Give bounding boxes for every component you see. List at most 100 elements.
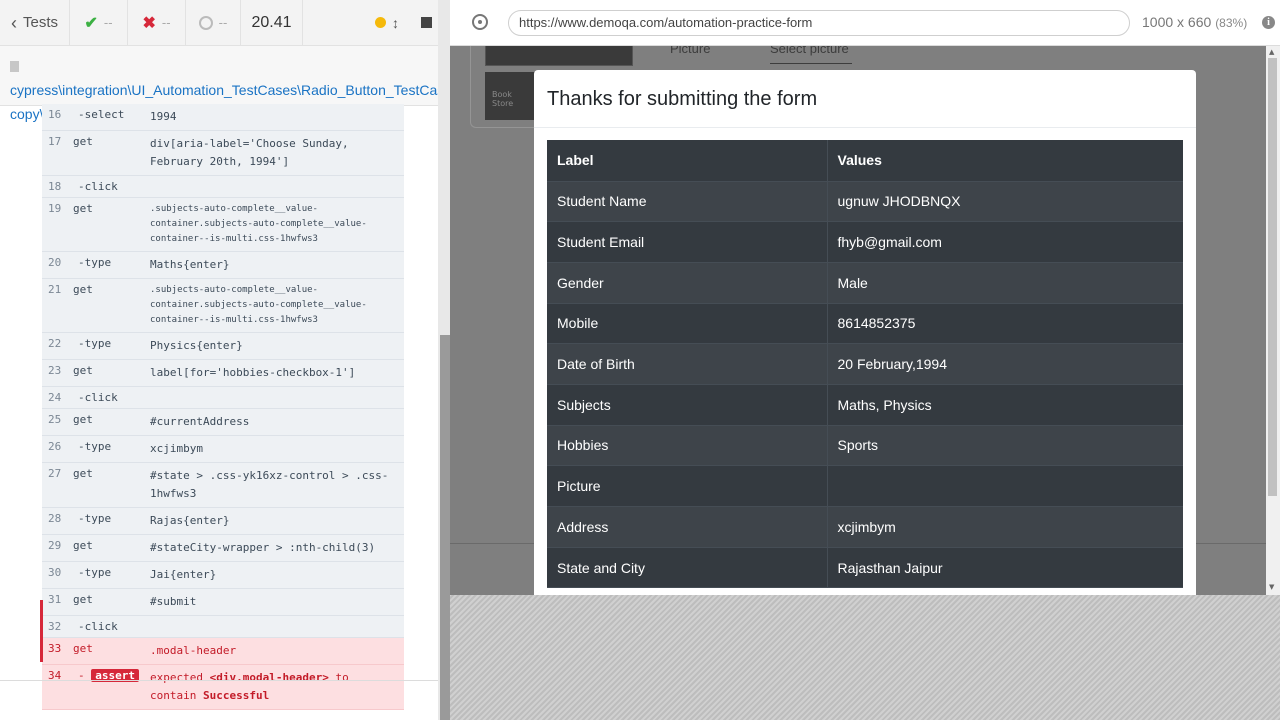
run-duration: 20.41 [241,0,303,46]
url-field[interactable]: https://www.demoqa.com/automation-practi… [508,10,1130,36]
viewport-dimensions: 1000 x 660 [1142,14,1212,30]
command-message: 1994 [150,110,177,123]
values-column-header: Values [827,140,1183,182]
command-row[interactable]: 31 get #submit [42,589,404,616]
table-row: Picture [547,465,1183,507]
failed-count-value: -- [161,15,171,30]
background-picture-label: Picture [670,46,711,56]
command-row[interactable]: 23 get label[for='hobbies-checkbox-1'] [42,360,404,387]
command-row[interactable]: 27 get #state > .css-yk16xz-control > .css… [42,463,404,508]
command-number: 31 [48,593,62,606]
background-select-picture-label: Select picture [770,46,849,56]
command-row[interactable]: 30 -type Jai{enter} [42,562,404,589]
submission-results-table: Label Values Student Name ugnuw JHODBNQX S… [547,140,1183,589]
submission-modal: Thanks for submitting the form Label Val… [534,70,1196,595]
reporter-controls: ↕ [303,0,439,46]
command-number: 28 [48,512,62,525]
info-icon[interactable]: i [1262,16,1275,29]
app-scrollbar-thumb[interactable] [1268,58,1277,496]
command-message: label[for='hobbies-checkbox-1'] [150,366,356,379]
cross-icon: ✖ [142,14,156,32]
command-row[interactable]: 26 -type xcjimbym [42,436,404,463]
command-name: -type [78,337,112,350]
command-name: -type [78,512,112,525]
command-name: get [73,135,93,148]
command-row[interactable]: 25 get #currentAddress [42,409,404,436]
row-value: 8614852375 [827,303,1183,345]
command-row[interactable]: 32 -click [42,616,404,638]
command-row[interactable]: 24 -click [42,387,404,409]
command-row[interactable]: 21 get .subjects-auto-complete__value-cont… [42,279,404,333]
command-name: -click [78,180,118,193]
background-select-underline [770,63,852,64]
pending-circle-icon [198,15,213,30]
command-row[interactable]: 18 -click [42,176,404,198]
command-row[interactable]: 19 get .subjects-auto-complete__value-cont… [42,198,404,252]
row-label: State and City [547,547,828,589]
command-message: Rajas{enter} [150,514,230,527]
row-label: Mobile [547,303,828,345]
row-value: Sports [827,425,1183,467]
file-icon [10,61,19,72]
row-label: Address [547,506,828,548]
command-number: 22 [48,337,62,350]
command-name: -type [78,566,112,579]
selector-playground-icon[interactable] [472,14,488,30]
command-message: #currentAddress [150,415,250,428]
command-row[interactable]: 16 -select 1994 [42,104,404,131]
running-dot-icon [375,17,386,28]
table-header-row: Label Values [547,140,1183,182]
assert-expected-value: Successful [202,689,270,702]
table-body: Student Name ugnuw JHODBNQX Student Email f… [547,181,1183,589]
command-row[interactable]: 17 get div[aria-label='Choose Sunday, Febr… [42,131,404,176]
command-number: 17 [48,135,62,148]
command-message: xcjimbym [150,442,203,455]
command-number: 24 [48,391,62,404]
table-row: Hobbies Sports [547,425,1183,467]
command-number: 25 [48,413,62,426]
command-message: .subjects-auto-complete__value-container… [150,285,367,325]
command-number: 27 [48,467,62,480]
command-message: Physics{enter} [150,339,243,352]
row-value: ugnuw JHODBNQX [827,181,1183,223]
command-name: -type [78,440,112,453]
tests-button-label: Tests [22,14,58,31]
assert-text-expected: expected [150,671,203,684]
command-number: 29 [48,539,62,552]
command-name: -type [78,256,112,269]
command-row[interactable]: 33 get .modal-header [42,638,404,665]
command-row[interactable]: 22 -type Physics{enter} [42,333,404,360]
command-number: 16 [48,108,62,121]
tests-button[interactable]: ‹ Tests [0,0,70,46]
stop-icon[interactable] [421,17,432,28]
command-name: get [73,467,93,480]
pending-count: -- [186,0,241,46]
command-row[interactable]: 20 -type Maths{enter} [42,252,404,279]
scroll-up-arrow-icon[interactable]: ▲ [1269,48,1274,56]
app-under-test-panel: https://www.demoqa.com/automation-practi… [450,0,1280,720]
viewport-size: 1000 x 660 (83%) [1142,14,1247,30]
table-row: Student Name ugnuw JHODBNQX [547,181,1183,223]
label-column-header: Label [547,140,828,182]
auto-scroll-toggle[interactable]: ↕ [375,15,399,31]
command-number: 33 [48,642,62,655]
reporter-scrollbar-thumb[interactable] [440,335,450,720]
background-book-store-item: Book Store [485,72,535,120]
command-name: get [73,364,93,377]
passed-count: ✔ -- [70,0,128,46]
command-message: .subjects-auto-complete__value-container… [150,204,367,244]
command-name: get [73,539,93,552]
modal-title: Thanks for submitting the form [547,88,818,110]
command-row[interactable]: 28 -type Rajas{enter} [42,508,404,535]
command-row[interactable]: 29 get #stateCity-wrapper > :nth-child(3) [42,535,404,562]
failed-count: ✖ -- [128,0,186,46]
command-number: 20 [48,256,62,269]
row-value: fhyb@gmail.com [827,221,1183,263]
scroll-down-arrow-icon[interactable]: ▼ [1269,583,1274,591]
row-value: Male [827,262,1183,304]
row-label: Student Name [547,181,828,223]
assert-command-row[interactable]: 34- assert expected <div.modal-header> to… [42,665,404,710]
book-store-label: Book Store [492,90,514,108]
spec-file-path[interactable]: cypress\integration\UI_Automation_TestCa… [0,46,439,122]
command-number: 19 [48,202,62,215]
